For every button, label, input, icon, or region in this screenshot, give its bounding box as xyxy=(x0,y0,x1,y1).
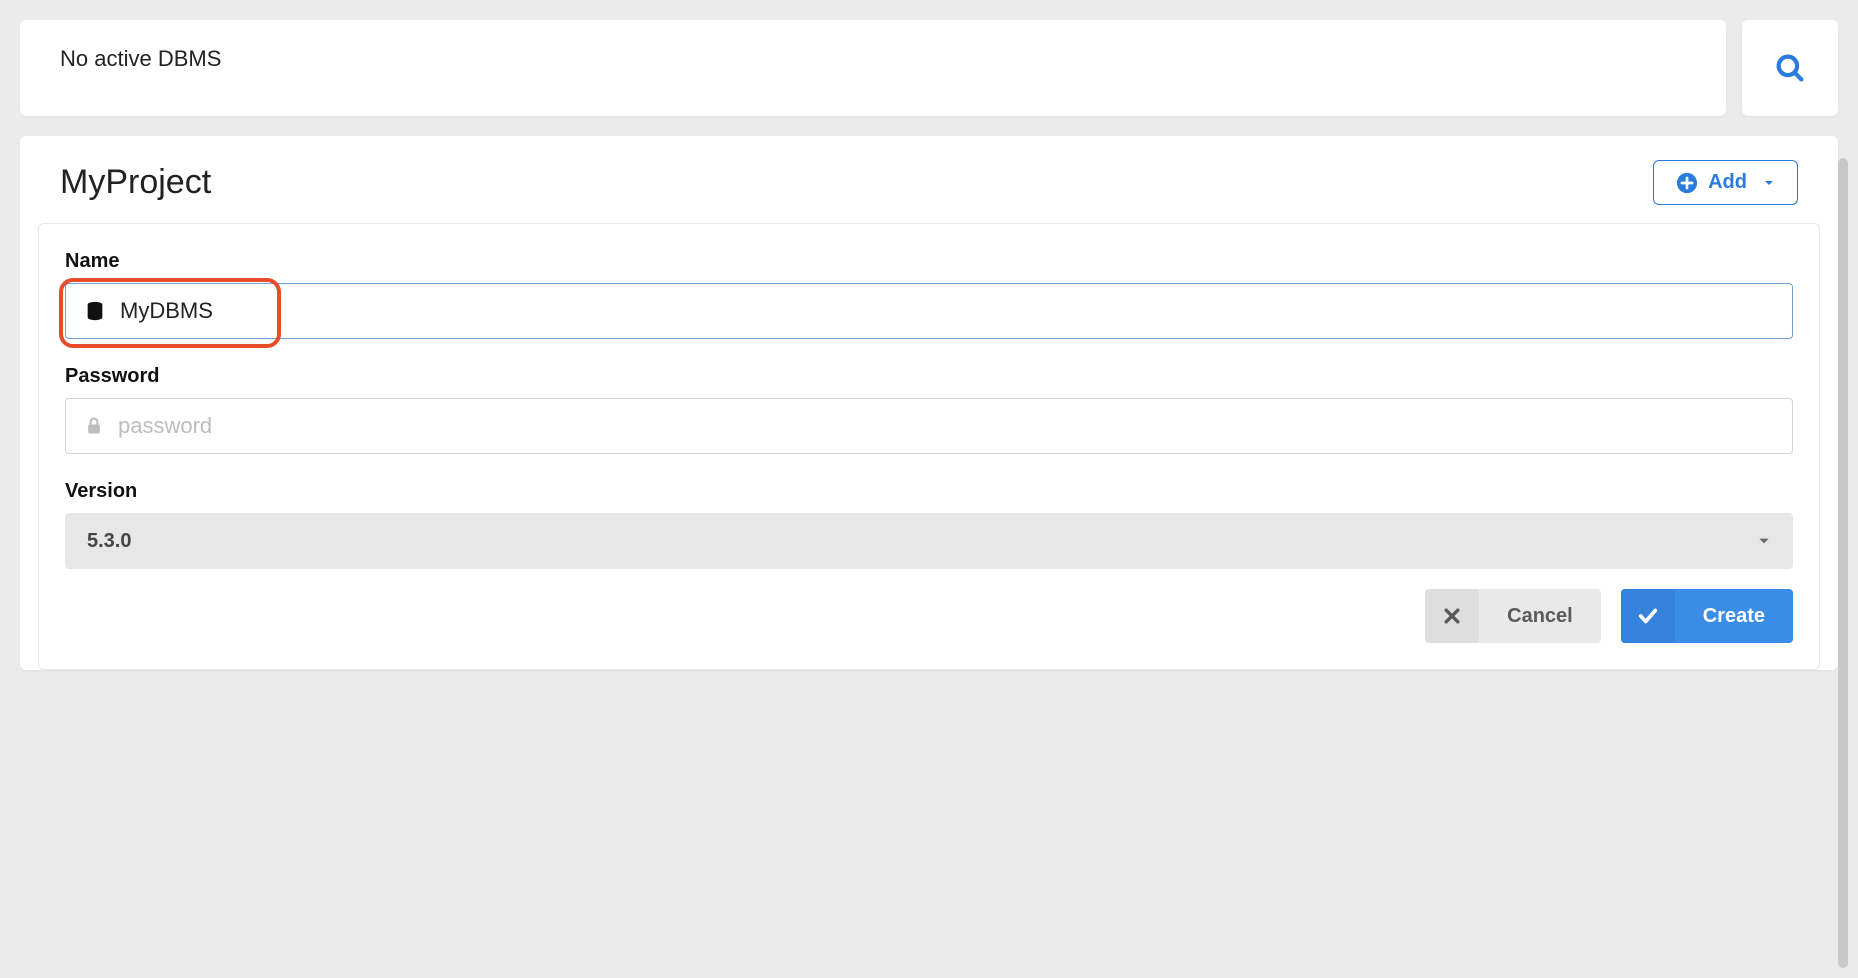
project-card: MyProject Add Name xyxy=(20,136,1838,670)
caret-down-icon xyxy=(1763,177,1775,189)
name-label: Name xyxy=(65,250,1793,273)
search-icon xyxy=(1773,51,1807,85)
version-field-block: Version 5.3.0 xyxy=(65,480,1793,569)
project-title: MyProject xyxy=(60,163,211,202)
status-text: No active DBMS xyxy=(60,46,221,71)
top-row: No active DBMS xyxy=(20,20,1838,116)
action-row: Cancel Create xyxy=(65,589,1793,643)
caret-down-icon xyxy=(1757,534,1771,548)
name-field-block: Name xyxy=(65,250,1793,339)
cancel-button-label: Cancel xyxy=(1479,605,1601,628)
add-button-label: Add xyxy=(1708,171,1747,194)
password-input-wrap[interactable] xyxy=(65,398,1793,454)
password-label: Password xyxy=(65,365,1793,388)
version-selected-value: 5.3.0 xyxy=(87,530,131,553)
status-card: No active DBMS xyxy=(20,20,1726,116)
lock-icon xyxy=(84,416,104,436)
database-icon xyxy=(84,300,106,322)
cancel-button[interactable]: Cancel xyxy=(1425,589,1601,643)
check-icon xyxy=(1637,605,1659,627)
version-select[interactable]: 5.3.0 xyxy=(65,513,1793,569)
version-label: Version xyxy=(65,480,1793,503)
scrollbar[interactable] xyxy=(1838,158,1848,968)
password-input[interactable] xyxy=(118,399,1774,453)
close-icon xyxy=(1442,606,1462,626)
add-button[interactable]: Add xyxy=(1653,160,1798,205)
create-button-label: Create xyxy=(1675,605,1793,628)
password-field-block: Password xyxy=(65,365,1793,454)
name-input-wrap[interactable] xyxy=(65,283,1793,339)
name-input[interactable] xyxy=(120,284,1774,338)
project-header: MyProject Add xyxy=(20,136,1838,223)
create-button[interactable]: Create xyxy=(1621,589,1793,643)
plus-circle-icon xyxy=(1676,172,1698,194)
create-form-panel: Name Password xyxy=(38,223,1820,670)
search-button[interactable] xyxy=(1742,20,1838,116)
